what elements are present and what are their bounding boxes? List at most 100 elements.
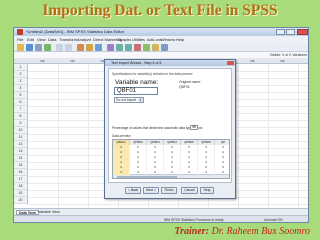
row-number[interactable]: 1 <box>14 64 28 71</box>
data-preview-table[interactable]: QBF01 QPB02 QPB03 QPB04 QPB05 QPB06 QP 3 2 4 3 3 4 3 4… <box>112 139 230 179</box>
split-file-icon[interactable] <box>134 44 141 51</box>
status-bar: IBM SPSS Statistics Processor is ready U… <box>14 215 308 222</box>
preview-cell: 4 <box>181 170 198 175</box>
close-icon[interactable] <box>297 29 308 35</box>
row-number[interactable]: 4 <box>14 85 28 92</box>
dialog-title-bar: Text Import Wizard - Step 4 of 6 <box>105 60 235 66</box>
finish-button[interactable]: Finish <box>161 187 177 194</box>
grid-column-line <box>58 64 59 208</box>
dialog-close-icon[interactable] <box>227 61 234 65</box>
back-button[interactable]: < Back <box>125 187 141 194</box>
spss-window: *Untitled2 [DataSet1] - IBM SPSS Statist… <box>13 27 309 223</box>
row-number[interactable]: 20 <box>14 197 28 204</box>
trainer-label: Trainer: <box>174 226 209 237</box>
row-number[interactable]: 11 <box>14 134 28 141</box>
grid-column-line <box>238 64 239 208</box>
menu-graphs[interactable]: Graphs <box>118 37 131 42</box>
preview-cell: 3 <box>147 170 164 175</box>
row-number[interactable]: 10 <box>14 127 28 134</box>
grid-column-line <box>268 64 269 208</box>
menu-transform[interactable]: Transform <box>59 37 77 42</box>
column-header[interactable]: var <box>70 59 75 63</box>
variable-name-label: Variable name: <box>115 79 159 86</box>
grid-row-line <box>28 204 308 205</box>
scrollbar-thumb[interactable] <box>117 176 177 178</box>
column-header[interactable]: var <box>40 59 45 63</box>
insert-variable-icon[interactable] <box>125 44 132 51</box>
row-number[interactable]: 19 <box>14 190 28 197</box>
next-button[interactable]: Next > <box>143 187 159 194</box>
original-name-label: Original name: <box>179 80 202 84</box>
redo-icon[interactable] <box>65 44 72 51</box>
goto-variable-icon[interactable] <box>86 44 93 51</box>
row-number[interactable]: 18 <box>14 183 28 190</box>
variables-icon[interactable] <box>95 44 102 51</box>
column-header[interactable]: var <box>280 59 285 63</box>
data-format-value: Do not import <box>116 98 137 102</box>
insert-cases-icon[interactable] <box>116 44 123 51</box>
banner: Importing Dat. or Text File in SPSS <box>0 0 320 26</box>
trainer-name: Dr. Raheem Bux Soomro <box>211 226 310 237</box>
variable-name-input[interactable]: QBF01 <box>114 87 158 95</box>
percentage-input[interactable]: 95 <box>190 125 198 130</box>
data-preview-label: Data preview <box>112 134 131 138</box>
menu-edit[interactable]: Edit <box>27 37 34 42</box>
preview-cell: 4 <box>215 170 229 175</box>
chevron-down-icon[interactable]: ▾ <box>138 98 143 102</box>
minimize-icon[interactable] <box>276 29 285 35</box>
undo-icon[interactable] <box>56 44 63 51</box>
row-number[interactable]: 15 <box>14 162 28 169</box>
help-button[interactable]: Help <box>200 187 214 194</box>
row-number[interactable]: 7 <box>14 106 28 113</box>
menu-window[interactable]: Window <box>161 37 175 42</box>
save-icon[interactable] <box>26 44 33 51</box>
menu-file[interactable]: File <box>17 37 23 42</box>
print-icon[interactable] <box>35 44 42 51</box>
preview-cell: 4 <box>164 170 181 175</box>
text-import-wizard-dialog: Text Import Wizard - Step 4 of 6 Specifi… <box>104 59 236 199</box>
row-number[interactable]: 12 <box>14 141 28 148</box>
data-format-select[interactable]: Do not import ▾ <box>114 97 144 103</box>
weight-cases-icon[interactable] <box>143 44 150 51</box>
title-bar: *Untitled2 [DataSet1] - IBM SPSS Statist… <box>14 28 308 36</box>
value-labels-icon[interactable] <box>161 44 168 51</box>
footer: Trainer: Dr. Raheem Bux Soomro <box>0 226 320 240</box>
menu-utilities[interactable]: Utilities <box>132 37 145 42</box>
menu-help[interactable]: Help <box>176 37 184 42</box>
banner-title: Importing Dat. or Text File in SPSS <box>42 2 278 19</box>
row-number[interactable]: 3 <box>14 78 28 85</box>
grid-column-line <box>88 64 89 208</box>
row-number[interactable]: 13 <box>14 148 28 155</box>
menu-data[interactable]: Data <box>48 37 56 42</box>
open-icon[interactable] <box>17 44 24 51</box>
column-header[interactable]: var <box>250 59 255 63</box>
row-number[interactable]: 17 <box>14 176 28 183</box>
row-number[interactable]: 8 <box>14 113 28 120</box>
row-number[interactable]: 2 <box>14 71 28 78</box>
cancel-button[interactable]: Cancel <box>181 187 198 194</box>
menu-view[interactable]: View <box>37 37 46 42</box>
row-number[interactable]: 16 <box>14 169 28 176</box>
row-number[interactable]: 14 <box>14 155 28 162</box>
grid-column-line <box>298 64 299 208</box>
menu-add-ons[interactable]: Add-ons <box>147 37 162 42</box>
preview-cell: 3 <box>130 170 147 175</box>
goto-case-icon[interactable] <box>77 44 84 51</box>
view-tabs: Data View Variable View <box>14 208 308 215</box>
trainer-credit: Trainer: Dr. Raheem Bux Soomro <box>174 226 310 237</box>
original-name-value: QBF01 <box>179 85 190 89</box>
row-number[interactable]: 9 <box>14 120 28 127</box>
row-number[interactable]: 5 <box>14 92 28 99</box>
processor-status: IBM SPSS Statistics Processor is ready <box>164 218 224 222</box>
wizard-content: Specifications for variable(s) selected … <box>108 68 232 183</box>
wizard-button-row: < Back Next > Finish Cancel Help <box>105 187 235 195</box>
specifications-label: Specifications for variable(s) selected … <box>112 72 193 76</box>
dialog-recall-icon[interactable] <box>44 44 51 51</box>
window-title: *Untitled2 [DataSet1] - IBM SPSS Statist… <box>26 29 125 34</box>
toolbar <box>14 43 308 52</box>
find-icon[interactable] <box>107 44 114 51</box>
maximize-icon[interactable] <box>286 29 295 35</box>
select-cases-icon[interactable] <box>152 44 159 51</box>
menu-analyze[interactable]: Analyze <box>77 37 91 42</box>
row-number[interactable]: 6 <box>14 99 28 106</box>
